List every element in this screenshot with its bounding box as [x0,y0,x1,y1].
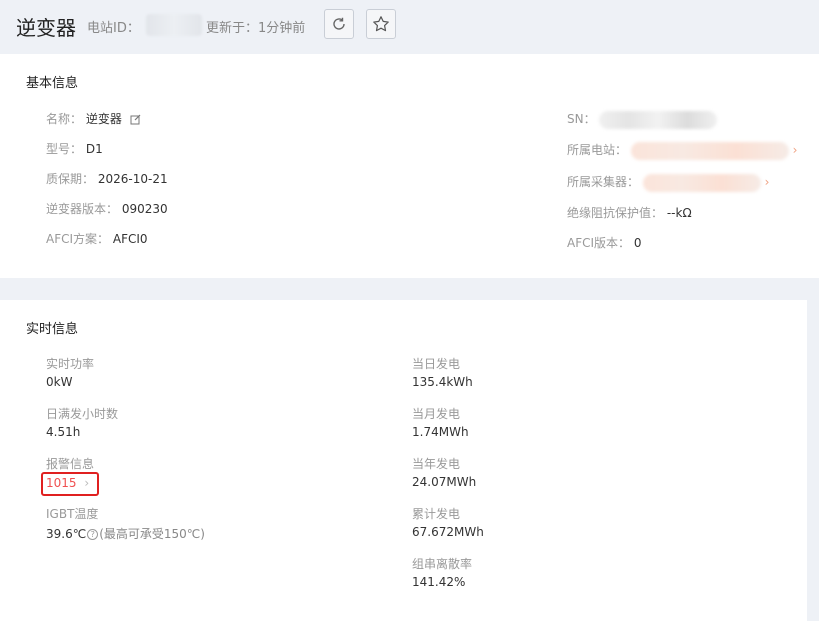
station-label: 所属电站： [567,143,628,157]
chevron-right-icon: › [792,143,798,157]
page-header: 逆变器 电站ID： 更新于：1分钟前 [0,0,819,52]
month-energy-value: 1.74MWh [412,425,469,439]
station-row[interactable]: 所属电站： › [567,141,797,160]
model-value: D1 [85,142,103,156]
igbt-note: (最高可承受150℃) [99,527,205,541]
power-value: 0kW [46,375,73,389]
name-row: 名称： 逆变器 [46,110,141,127]
chevron-right-icon: › [764,175,770,189]
model-label: 型号： [46,142,83,156]
afci-row: AFCI方案： AFCI0 [46,230,148,247]
version-label: 逆变器版本： [46,202,119,216]
alarm-value-wrap[interactable]: 1015 › [46,476,89,490]
realtime-info-title: 实时信息 [26,322,79,337]
collector-row[interactable]: 所属采集器： › [567,173,769,192]
afci-value: AFCI0 [112,232,148,246]
dispersion-value: 141.42% [412,575,466,589]
collector-value-redacted[interactable] [642,173,761,192]
chevron-right-icon: › [84,476,90,490]
insulation-row: 绝缘阻抗保护值： --kΩ [567,204,692,221]
warranty-label: 质保期： [46,172,95,186]
warranty-value: 2026-10-21 [97,172,168,186]
afci-version-row: AFCI版本： 0 [567,234,642,251]
favorite-button[interactable] [366,9,396,39]
dispersion-label: 组串离散率 [412,557,473,571]
station-id-label: 电站ID： [87,21,140,36]
refresh-button[interactable] [324,9,354,39]
station-id-value-redacted [146,14,202,36]
igbt-row: 39.6℃? (最高可承受150℃) [46,525,205,542]
day-energy-value: 135.4kWh [412,375,473,389]
version-value: 090230 [121,202,168,216]
igbt-label: IGBT温度 [46,507,99,521]
day-energy-label: 当日发电 [412,357,461,371]
info-icon[interactable]: ? [87,529,99,540]
afci-version-value: 0 [633,236,642,250]
year-energy-label: 当年发电 [412,457,461,471]
month-energy-label: 当月发电 [412,407,461,421]
hours-value: 4.51h [46,425,81,439]
hours-label: 日满发小时数 [46,407,119,421]
total-energy-label: 累计发电 [412,507,461,521]
alarm-value[interactable]: 1015 [46,476,77,490]
name-value: 逆变器 [85,112,122,126]
edit-icon[interactable] [130,114,141,125]
collector-label: 所属采集器： [567,175,640,189]
igbt-value: 39.6℃ [46,527,87,541]
insulation-value: --kΩ [666,206,692,220]
page-title: 逆变器 [16,16,76,40]
year-energy-value: 24.07MWh [412,475,477,489]
insulation-label: 绝缘阻抗保护值： [567,206,664,220]
name-label: 名称： [46,112,83,126]
sn-value-redacted [599,110,718,129]
updated-label: 更新于：1分钟前 [206,21,306,36]
model-row: 型号： D1 [46,140,103,157]
total-energy-value: 67.672MWh [412,525,484,539]
sn-row: SN： [567,110,718,129]
version-row: 逆变器版本： 090230 [46,200,168,217]
refresh-icon [333,17,345,30]
station-value-redacted[interactable] [630,141,789,160]
alarm-label: 报警信息 [46,457,95,471]
afci-label: AFCI方案： [46,232,110,246]
scroll-gutter [807,300,819,621]
afci-version-label: AFCI版本： [567,236,631,250]
realtime-info-card: 实时信息 [0,300,807,621]
sn-label: SN： [567,112,596,126]
star-icon [373,16,389,32]
power-label: 实时功率 [46,357,95,371]
basic-info-card: 基本信息 名称： 逆变器 型号： D1 质保期： 2026-10-21 逆变器版… [0,54,819,278]
basic-info-title: 基本信息 [26,76,79,91]
warranty-row: 质保期： 2026-10-21 [46,170,168,187]
